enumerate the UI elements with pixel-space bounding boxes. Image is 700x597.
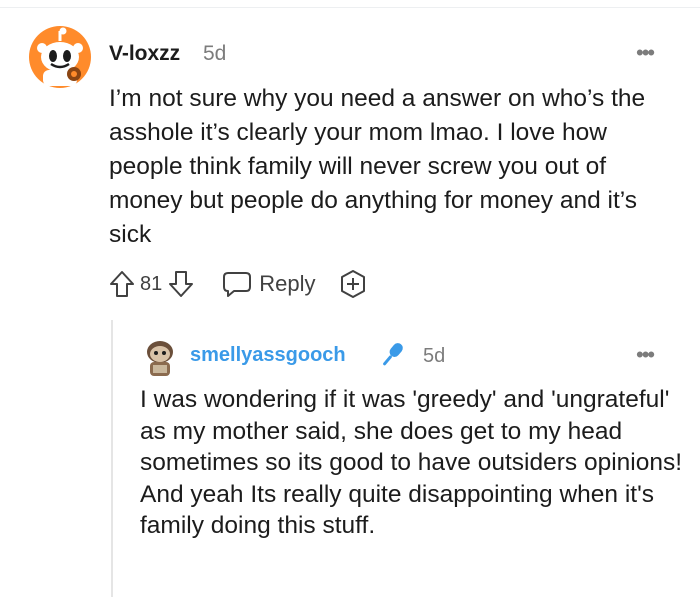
more-options-icon[interactable]: ••• — [636, 42, 655, 64]
top-divider — [0, 7, 700, 8]
reply-label: Reply — [259, 271, 316, 296]
microphone-icon — [375, 340, 409, 375]
comment-timestamp: 5d — [203, 42, 227, 65]
comment-body: I’m not sure why you need a answer on wh… — [109, 85, 646, 248]
comment-author[interactable]: V-loxzz — [109, 42, 180, 66]
comment-actions: 81 Reply — [109, 266, 368, 302]
user-avatar[interactable] — [29, 26, 91, 88]
speech-bubble-icon — [223, 272, 252, 297]
snoo-avatar-icon — [29, 26, 91, 88]
upvote-button[interactable] — [109, 270, 135, 298]
vote-count: 81 — [140, 272, 163, 295]
reply-timestamp: 5d — [423, 345, 446, 367]
reply-avatar[interactable] — [142, 338, 178, 378]
thread-line[interactable] — [111, 320, 113, 597]
arrow-up-icon — [110, 271, 134, 297]
plus-circle-icon — [340, 270, 365, 298]
more-options-icon[interactable]: ••• — [636, 344, 655, 366]
reply-body: I was wondering if it was 'greedy' and '… — [140, 386, 683, 539]
downvote-button[interactable] — [168, 270, 194, 298]
reply-author[interactable]: smellyassgooch — [190, 344, 346, 367]
snoo-avatar-icon — [147, 341, 173, 376]
reply-button[interactable]: Reply — [222, 270, 316, 298]
arrow-down-icon — [169, 271, 194, 297]
award-button[interactable] — [338, 269, 368, 299]
